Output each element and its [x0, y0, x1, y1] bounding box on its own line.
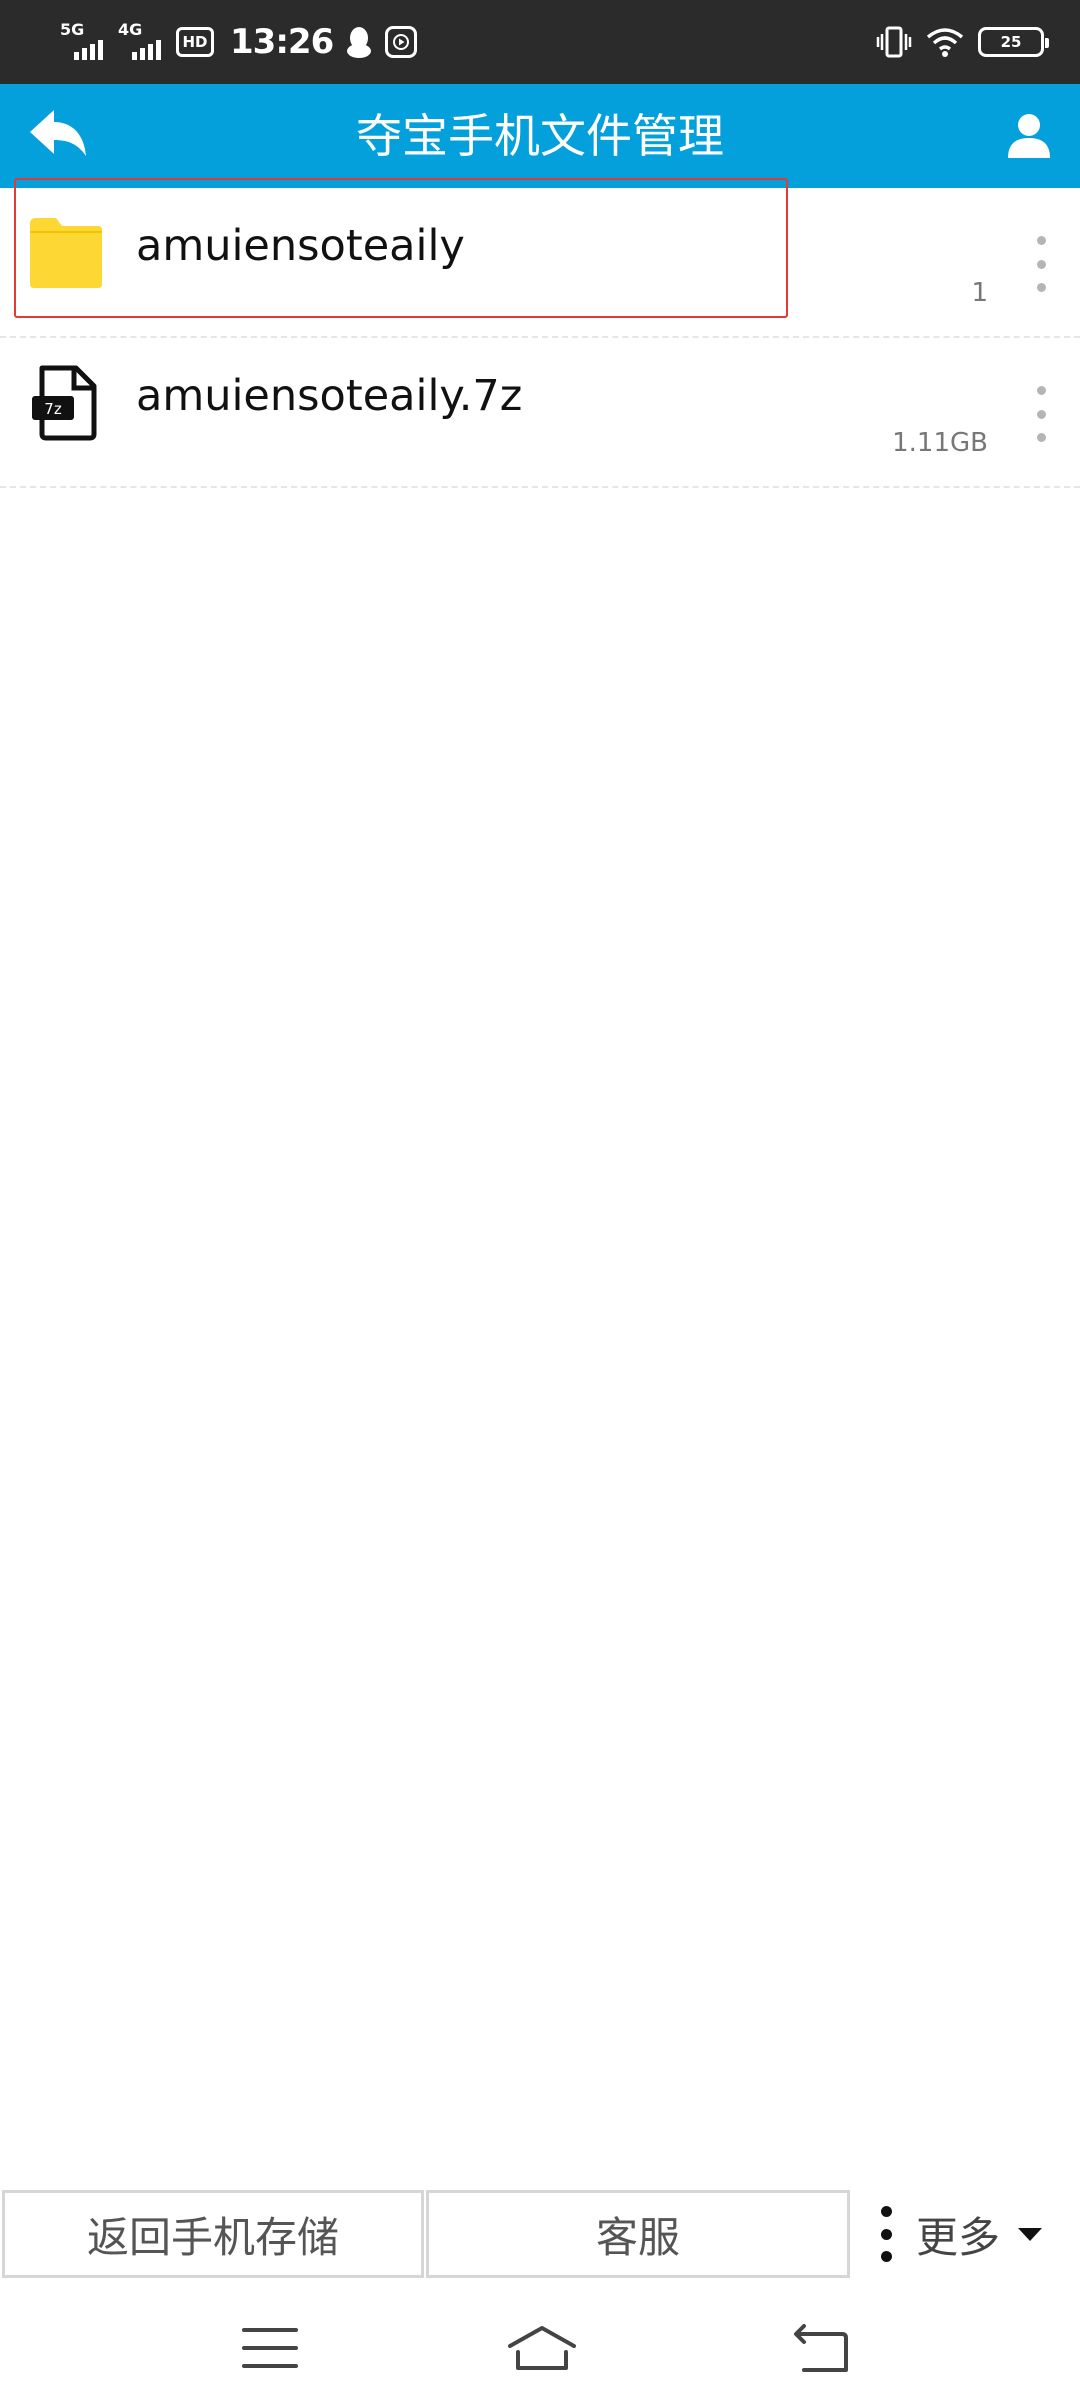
media-play-icon: [385, 26, 418, 58]
list-item-archive[interactable]: 7z amuiensoteaily.7z 1.11GB: [0, 338, 1080, 488]
vibrate-icon: [876, 26, 912, 58]
status-bar: 5G 4G HD 13:26 25: [0, 0, 1080, 84]
bottom-toolbar: 返回手机存储 客服 更多: [0, 2190, 1080, 2282]
more-label: 更多: [916, 2212, 1001, 2262]
more-dots-icon: [880, 2206, 892, 2262]
file-name: amuiensoteaily: [136, 221, 465, 271]
svg-text:7z: 7z: [44, 400, 62, 418]
cellular-signal-5g-icon: 5G: [60, 22, 106, 62]
dropdown-caret-icon: [1018, 2227, 1043, 2241]
hd-voice-icon: HD: [176, 27, 214, 57]
back-to-storage-button[interactable]: 返回手机存储: [2, 2190, 424, 2278]
app-bar: 夺宝手机文件管理: [0, 84, 1080, 188]
file-list: amuiensoteaily 1 7z amuiensoteaily.7z 1.…: [0, 188, 1080, 488]
home-icon[interactable]: [506, 2318, 578, 2378]
7z-file-icon: 7z: [32, 365, 97, 441]
more-options-icon[interactable]: [1026, 236, 1056, 292]
clock: 13:26: [230, 22, 334, 62]
back-nav-icon[interactable]: [790, 2318, 854, 2378]
cellular-signal-4g-icon: 4G: [118, 22, 164, 62]
customer-service-button[interactable]: 客服: [426, 2190, 850, 2278]
folder-icon: [30, 218, 102, 288]
qq-penguin-icon: [347, 27, 372, 58]
more-options-icon[interactable]: [1026, 386, 1056, 442]
file-size: 1.11GB: [892, 428, 988, 458]
battery-icon: 25: [978, 27, 1049, 57]
list-item-folder[interactable]: amuiensoteaily 1: [0, 188, 1080, 338]
file-name: amuiensoteaily.7z: [136, 371, 523, 421]
system-nav-bar: [0, 2290, 1080, 2408]
wifi-icon: [926, 28, 964, 57]
menu-icon[interactable]: [238, 2318, 302, 2378]
more-menu-button[interactable]: 更多: [880, 2190, 1080, 2278]
item-count: 1: [971, 278, 988, 308]
user-icon[interactable]: [1006, 112, 1052, 160]
page-title: 夺宝手机文件管理: [356, 109, 724, 163]
